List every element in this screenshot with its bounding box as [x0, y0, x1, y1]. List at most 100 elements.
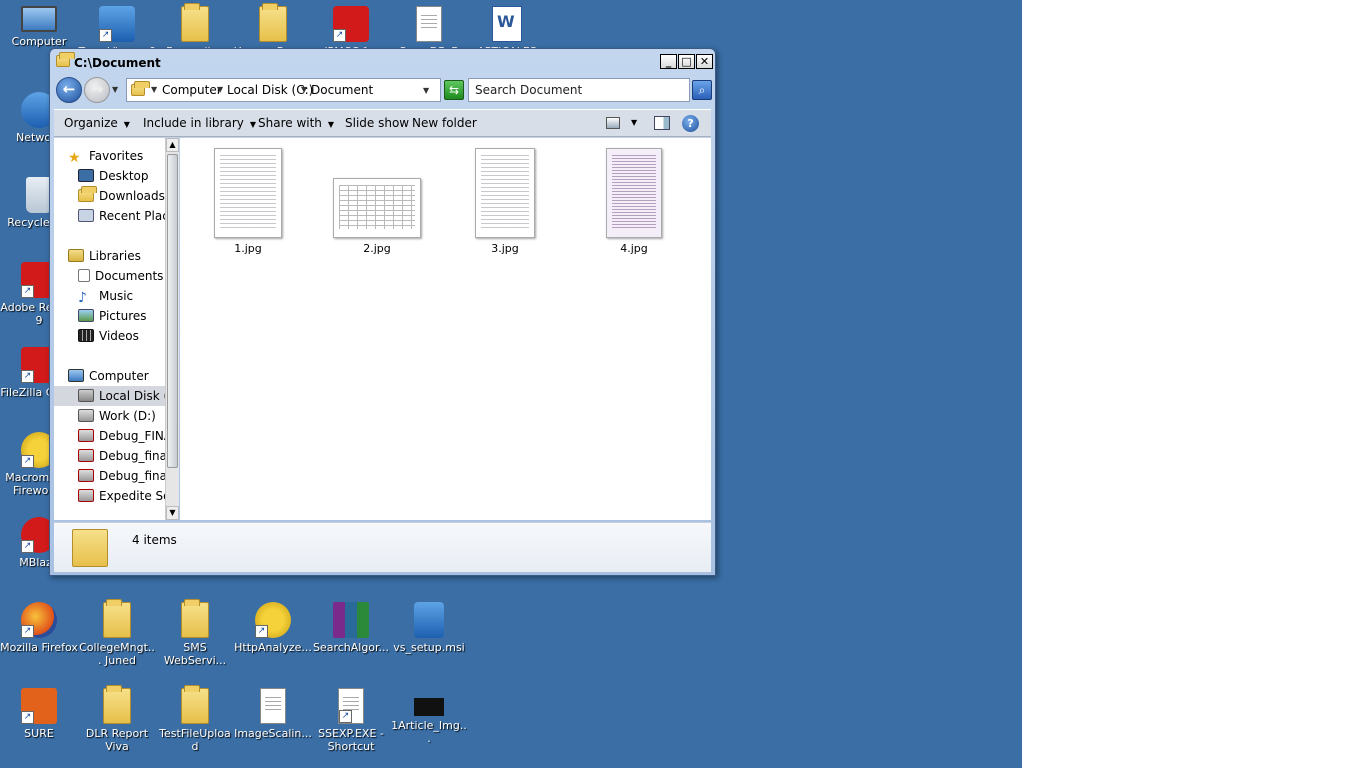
nav-desktop[interactable]: Desktop	[78, 166, 165, 186]
nav-local-disk[interactable]: Local Disk (C:)	[54, 386, 165, 406]
chevron-right-icon[interactable]: ▼	[217, 85, 223, 94]
view-options-chevron-icon[interactable]: ▼	[631, 118, 637, 127]
minimize-button[interactable]: _	[660, 54, 677, 69]
search-icon[interactable]: ⌕	[692, 80, 712, 100]
winrar-icon	[333, 602, 369, 638]
nav-downloads-label: Downloads	[99, 189, 165, 203]
folder-icon	[103, 685, 131, 724]
nav-debug-final-1[interactable]: Debug_FINAL	[78, 426, 165, 446]
file-item[interactable]: 1.jpg	[203, 148, 293, 255]
sure-app-icon	[21, 688, 57, 724]
nav-documents[interactable]: Documents	[78, 266, 165, 286]
nav-libraries[interactable]: Libraries	[68, 246, 165, 266]
share-with-button[interactable]: Share with ▼	[258, 116, 334, 130]
breadcrumb-computer[interactable]: Computer	[162, 83, 222, 97]
window-titlebar[interactable]: C:\Document _ □ ✕	[54, 52, 713, 73]
chevron-right-icon[interactable]: ▼	[151, 85, 157, 94]
forward-button[interactable]: →	[84, 77, 110, 103]
nav-debug-final-3[interactable]: Debug_final	[78, 466, 165, 486]
folder-icon	[103, 599, 131, 638]
scroll-down-icon[interactable]: ▼	[166, 506, 179, 520]
folder-icon	[131, 81, 150, 96]
back-button[interactable]: ←	[56, 77, 82, 103]
file-name: 3.jpg	[491, 242, 519, 255]
folder-icon	[72, 529, 108, 567]
nav-favorites[interactable]: ★ Favorites	[68, 146, 165, 166]
nav-debug-final-3-label: Debug_final	[99, 469, 165, 483]
file-item[interactable]: 4.jpg	[589, 148, 679, 255]
image-file-icon	[414, 698, 444, 716]
desktop-icon-firefox[interactable]: Mozilla Firefox	[0, 602, 78, 654]
documents-icon	[78, 269, 90, 282]
breadcrumb-document[interactable]: Document	[311, 83, 373, 97]
empty-screen-area	[1022, 0, 1356, 768]
disconnected-network-drive-icon	[78, 449, 94, 462]
address-dropdown-icon[interactable]: ▼	[423, 86, 429, 95]
nav-recent-places[interactable]: Recent Places	[78, 206, 165, 226]
help-icon[interactable]: ?	[682, 115, 699, 132]
file-name: 2.jpg	[363, 242, 391, 255]
desktop-icon-vs-setup[interactable]: vs_setup.msi	[390, 602, 468, 654]
address-bar[interactable]: ▼ Computer ▼ Local Disk (C:) ▼ Document …	[126, 78, 441, 102]
videos-icon	[78, 329, 94, 342]
installer-icon	[414, 602, 444, 638]
desktop-icon-imagescaling[interactable]: ImageScalin...	[234, 688, 312, 740]
item-count: 4 items	[132, 533, 177, 547]
navigation-scrollbar[interactable]: ▲ ▼	[165, 138, 179, 520]
document-icon	[416, 6, 442, 42]
desktop-icon-sure[interactable]: SURE	[0, 688, 78, 740]
close-button[interactable]: ✕	[696, 54, 713, 69]
nav-favorites-label: Favorites	[89, 149, 144, 163]
nav-pictures-label: Pictures	[99, 309, 147, 323]
desktop-icon-1article-img[interactable]: 1Article_Img...	[390, 688, 468, 745]
nav-pictures[interactable]: Pictures	[78, 306, 165, 326]
desktop-icon-httpanalyzer[interactable]: HttpAnalyze...	[234, 602, 312, 654]
nav-expedite-label: Expedite Sol	[99, 489, 165, 503]
image-thumbnail	[333, 178, 421, 238]
desktop-icon-ssexp[interactable]: SSEXP.EXE - Shortcut	[312, 688, 390, 753]
organize-label: Organize	[64, 116, 118, 130]
nav-computer[interactable]: Computer	[68, 366, 165, 386]
desktop-icon-computer[interactable]: Computer	[0, 6, 78, 48]
computer-icon	[21, 6, 57, 32]
desktop-icon-collegemngt[interactable]: CollegeMngt... Juned	[78, 599, 156, 667]
maximize-button[interactable]: □	[678, 54, 695, 69]
ipmcc-icon	[333, 6, 369, 42]
file-item[interactable]: 2.jpg	[332, 148, 422, 255]
command-bar: Organize ▼ Include in library ▼ Share with…	[54, 109, 711, 137]
details-pane: 4 items	[54, 522, 711, 572]
nav-music[interactable]: ♪ Music	[78, 286, 165, 306]
scrollbar-thumb[interactable]	[167, 154, 178, 468]
nav-debug-final-2-label: Debug_final	[99, 449, 165, 463]
navigation-pane[interactable]: ★ Favorites Desktop Downloads Recent Plac…	[54, 138, 165, 520]
desktop-background[interactable]: Computer TeamViewer 6 Forum live Yavyng …	[0, 0, 1022, 768]
change-view-icon[interactable]	[606, 117, 620, 129]
nav-recent-places-label: Recent Places	[99, 209, 165, 223]
new-folder-button[interactable]: New folder	[412, 116, 477, 130]
nav-computer-label: Computer	[89, 369, 149, 383]
preview-pane-icon[interactable]	[654, 116, 670, 130]
slide-show-button[interactable]: Slide show	[345, 116, 409, 130]
recent-pages-chevron-icon[interactable]: ▼	[112, 85, 118, 94]
desktop-icon-testfileupload[interactable]: TestFileUpload	[156, 685, 234, 753]
desktop-icon-searchalgor[interactable]: SearchAlgor...	[312, 602, 390, 654]
desktop-icon-sms-webservice[interactable]: SMS WebServi...	[156, 599, 234, 667]
chevron-down-icon: ▼	[327, 120, 335, 129]
disconnected-network-drive-icon	[78, 429, 94, 442]
file-item[interactable]: 3.jpg	[460, 148, 550, 255]
file-list[interactable]: 1.jpg 2.jpg 3.jpg 4.jpg	[180, 138, 711, 520]
nav-videos[interactable]: Videos	[78, 326, 165, 346]
refresh-button[interactable]: ⇆	[444, 80, 464, 100]
libraries-icon	[68, 249, 84, 262]
explorer-window[interactable]: C:\Document _ □ ✕ ← → ▼ ▼ Computer ▼ Loc…	[49, 48, 716, 576]
include-in-library-button[interactable]: Include in library ▼	[143, 116, 256, 130]
scroll-up-icon[interactable]: ▲	[166, 138, 179, 152]
search-input[interactable]: Search Document	[468, 78, 690, 102]
nav-debug-final-2[interactable]: Debug_final	[78, 446, 165, 466]
nav-downloads[interactable]: Downloads	[78, 186, 165, 206]
nav-expedite[interactable]: Expedite Sol	[78, 486, 165, 506]
organize-button[interactable]: Organize ▼	[64, 116, 130, 130]
chevron-right-icon[interactable]: ▼	[301, 85, 307, 94]
desktop-icon-dlr-report[interactable]: DLR Report Viva	[78, 685, 156, 753]
nav-work-drive[interactable]: Work (D:)	[78, 406, 165, 426]
